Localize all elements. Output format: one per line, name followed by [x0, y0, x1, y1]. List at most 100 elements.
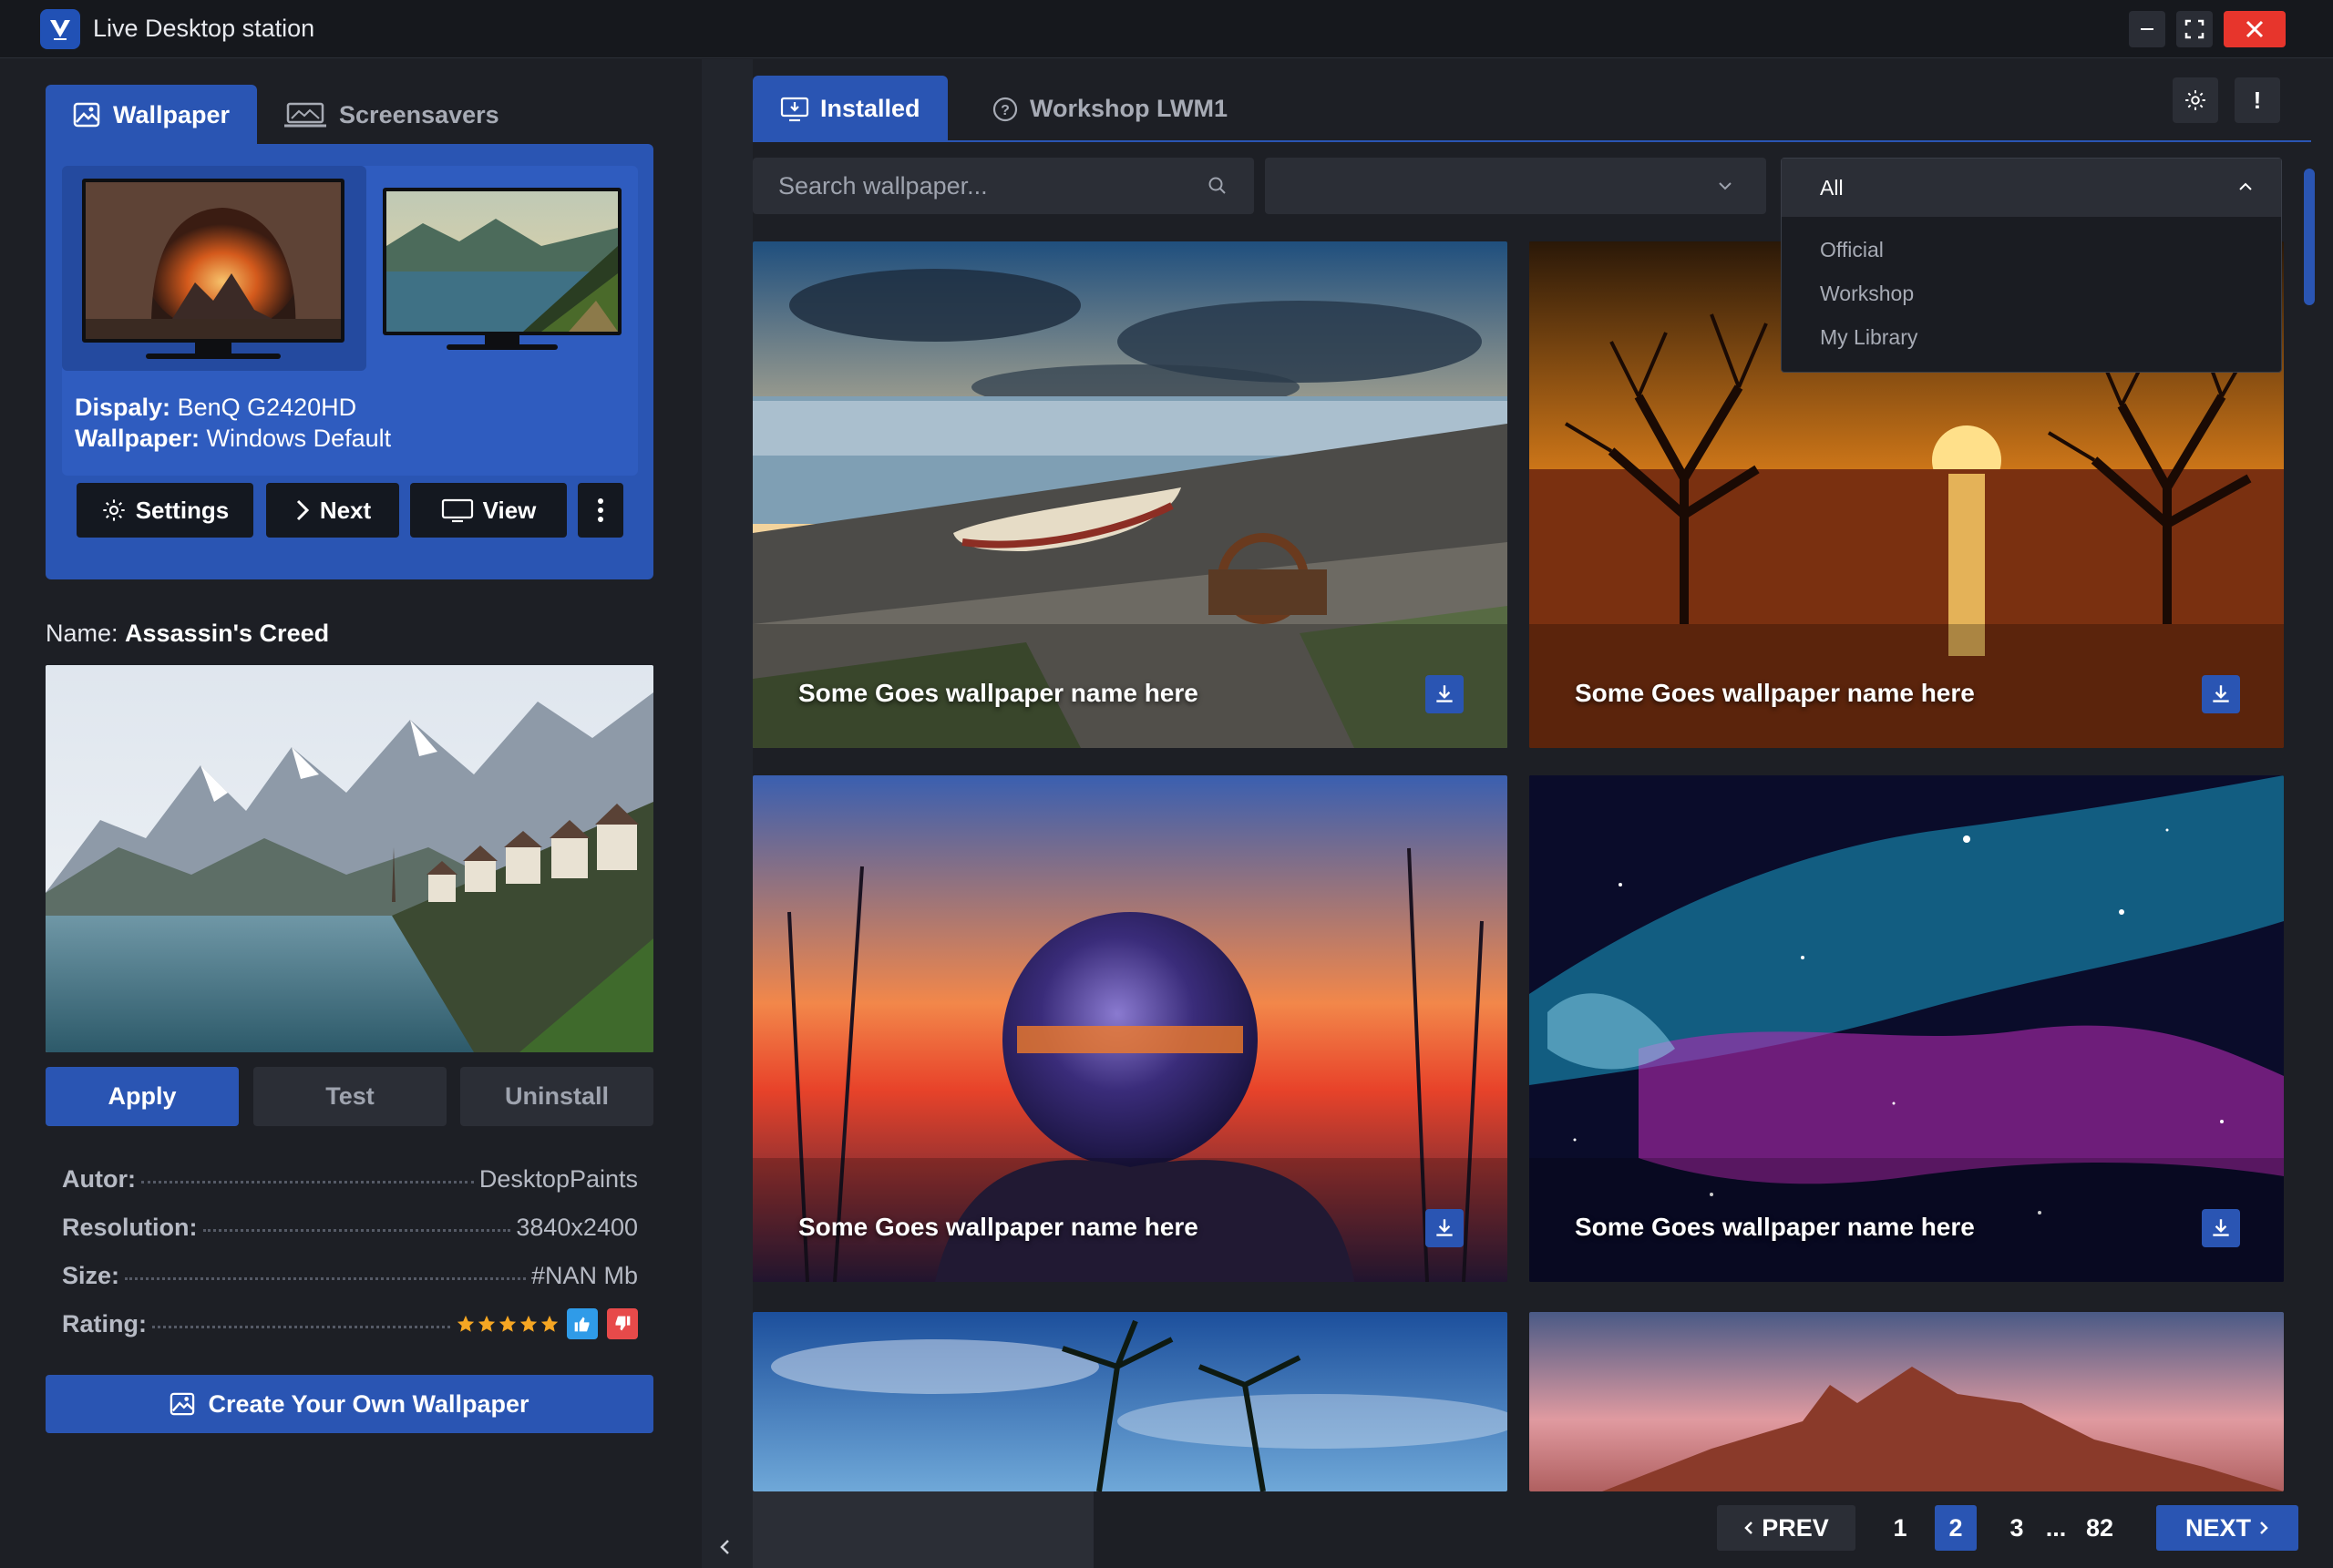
minimize-button[interactable]	[2129, 11, 2165, 47]
star-icon	[519, 1315, 538, 1332]
display-info: Dispaly: BenQ G2420HD Wallpaper: Windows…	[75, 392, 391, 454]
maximize-button[interactable]	[2176, 11, 2213, 47]
download-button[interactable]	[1425, 1209, 1464, 1247]
maximize-icon	[2184, 19, 2205, 39]
left-tabs: Wallpaper Screensavers	[46, 85, 527, 145]
view-button[interactable]: View	[410, 483, 567, 538]
thumb-up-button[interactable]	[567, 1308, 598, 1339]
tab-screensavers-label: Screensavers	[339, 100, 499, 128]
right-tabs: Installed ? Workshop LWM1	[753, 76, 2311, 142]
display-value: BenQ G2420HD	[177, 394, 357, 421]
wallpaper-thumbnail	[753, 1312, 1507, 1491]
image-icon	[170, 1392, 195, 1416]
alert-button[interactable]: !	[2235, 77, 2280, 123]
wallpaper-card[interactable]: Some Goes wallpaper name here	[1529, 775, 2284, 1282]
installed-monitor-icon	[780, 97, 809, 121]
tab-installed[interactable]: Installed	[753, 76, 948, 142]
monitor-2-screen	[383, 188, 622, 335]
name-label: Name:	[46, 620, 118, 647]
monitor-2-base	[447, 344, 558, 350]
uninstall-button[interactable]: Uninstall	[460, 1067, 653, 1126]
monitor-2[interactable]	[383, 188, 622, 361]
source-filter-selected: All	[1820, 175, 1844, 200]
monitor-1[interactable]	[82, 179, 344, 365]
tab-installed-label: Installed	[820, 95, 920, 122]
download-icon	[1436, 1219, 1453, 1236]
next-button-label: Next	[319, 496, 372, 524]
app-window: Live Desktop station Wallpaper Screensav…	[0, 0, 2333, 1568]
tab-wallpaper[interactable]: Wallpaper	[46, 85, 258, 145]
right-panel: Installed ? Workshop LWM1 ! Search wallp…	[753, 59, 2333, 1568]
view-button-label: View	[482, 496, 537, 524]
source-filter-select[interactable]: All	[1782, 159, 2281, 217]
create-wallpaper-label: Create Your Own Wallpaper	[208, 1389, 529, 1418]
monitor-2-wallpaper-image	[386, 191, 618, 332]
page-2-button[interactable]: 2	[1935, 1505, 1977, 1551]
wallpaper-thumbnail	[1529, 775, 2284, 1282]
tab-workshop[interactable]: ? Workshop LWM1	[964, 76, 1255, 142]
tab-wallpaper-label: Wallpaper	[113, 100, 231, 128]
next-page-button[interactable]: NEXT	[2156, 1505, 2298, 1551]
collapse-panel-button[interactable]	[706, 1531, 743, 1563]
chevron-left-icon	[1744, 1522, 1753, 1534]
page-3-button[interactable]: 3	[1996, 1505, 2038, 1551]
wallpaper-card[interactable]	[753, 1312, 1507, 1491]
meta-resolution-value: 3840x2400	[516, 1213, 638, 1241]
wallpaper-thumbnail	[753, 241, 1507, 748]
settings-button[interactable]: Settings	[77, 483, 253, 538]
filter-option-official[interactable]: Official	[1782, 228, 2281, 272]
screensaver-icon	[284, 102, 327, 128]
wallpaper-card[interactable]: Some Goes wallpaper name here	[753, 775, 1507, 1282]
filter-option-my-library[interactable]: My Library	[1782, 315, 2281, 359]
apply-button[interactable]: Apply	[46, 1067, 239, 1126]
create-wallpaper-button[interactable]: Create Your Own Wallpaper	[46, 1375, 653, 1433]
title-bar: Live Desktop station	[0, 0, 2333, 58]
name-value: Assassin's Creed	[125, 620, 330, 647]
horizontal-scrollbar-thumb[interactable]	[753, 1491, 1094, 1568]
wallpaper-thumbnail	[753, 775, 1507, 1282]
settings-icon-button[interactable]	[2173, 77, 2218, 123]
prev-page-label: PREV	[1762, 1513, 1829, 1542]
star-icon	[457, 1315, 475, 1332]
meta-author: Autor: DesktopPaints	[62, 1161, 638, 1197]
chevron-right-icon	[296, 499, 309, 521]
thumb-down-button[interactable]	[607, 1308, 638, 1339]
wallpaper-card[interactable]: Some Goes wallpaper name here	[753, 241, 1507, 748]
search-input[interactable]	[778, 171, 1207, 200]
wallpaper-card-title: Some Goes wallpaper name here	[798, 679, 1198, 707]
meta-rating-label: Rating:	[62, 1309, 147, 1337]
download-button[interactable]	[2202, 675, 2240, 713]
wallpaper-line: Wallpaper: Windows Default	[75, 423, 391, 454]
tab-workshop-label: Workshop LWM1	[1030, 95, 1228, 122]
vertical-scrollbar-thumb[interactable]	[2304, 169, 2315, 305]
page-1-button[interactable]: 1	[1879, 1505, 1921, 1551]
chevron-down-icon	[1719, 182, 1732, 190]
page-82-button[interactable]: 82	[2074, 1505, 2125, 1551]
image-icon	[73, 102, 100, 128]
wallpaper-card-title: Some Goes wallpaper name here	[1575, 679, 1975, 707]
download-button[interactable]	[1425, 675, 1464, 713]
rating-stars	[456, 1314, 560, 1334]
close-button[interactable]	[2224, 11, 2286, 47]
tab-screensavers[interactable]: Screensavers	[257, 85, 527, 145]
next-wallpaper-button[interactable]: Next	[266, 483, 399, 538]
chevron-left-icon	[720, 1540, 729, 1554]
more-options-button[interactable]	[578, 483, 623, 538]
filter-option-workshop[interactable]: Workshop	[1782, 272, 2281, 315]
prev-page-button[interactable]: PREV	[1717, 1505, 1855, 1551]
category-select[interactable]	[1265, 158, 1766, 214]
search-box	[753, 158, 1254, 214]
display-line: Dispaly: BenQ G2420HD	[75, 392, 391, 423]
star-icon	[498, 1315, 517, 1332]
meta-size: Size: #NAN Mb	[62, 1257, 638, 1294]
app-logo-icon	[40, 9, 80, 49]
wallpaper-card-title: Some Goes wallpaper name here	[798, 1213, 1198, 1241]
wallpaper-card[interactable]	[1529, 1312, 2284, 1491]
download-button[interactable]	[2202, 1209, 2240, 1247]
app-title: Live Desktop station	[93, 15, 315, 42]
gear-icon	[103, 499, 125, 521]
test-button[interactable]: Test	[253, 1067, 447, 1126]
meta-resolution-label: Resolution:	[62, 1213, 198, 1241]
wallpaper-card-title: Some Goes wallpaper name here	[1575, 1213, 1975, 1241]
chevron-right-icon	[2260, 1522, 2268, 1534]
